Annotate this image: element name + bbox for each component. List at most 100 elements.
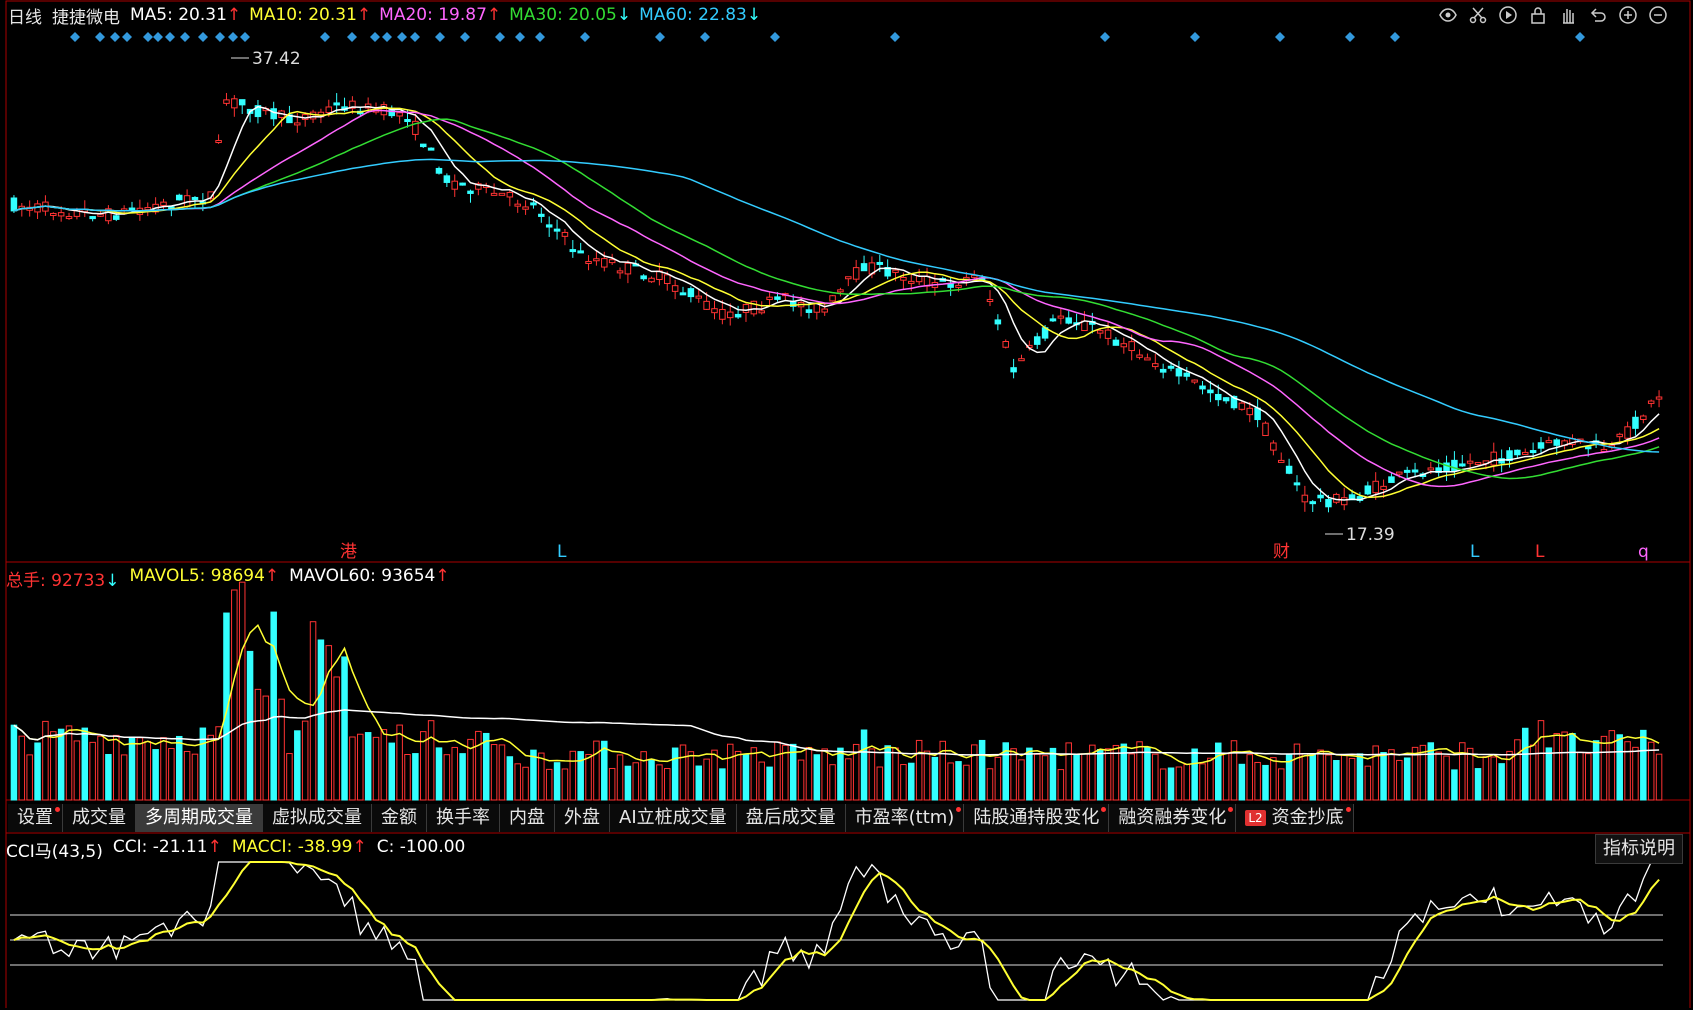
candle-body [545, 224, 553, 228]
volume-bar [1104, 748, 1112, 801]
volume-bar [1262, 764, 1269, 801]
volume-bar [1230, 740, 1238, 801]
volume-bar [191, 753, 199, 801]
volume-bar [1537, 720, 1545, 801]
indicator-explain-button[interactable]: 指标说明 [1595, 834, 1683, 864]
volume-bar [640, 751, 647, 801]
signal-diamond-icon [535, 32, 545, 42]
signal-diamond-icon [320, 32, 330, 42]
zoom-out-icon[interactable] [1647, 4, 1669, 26]
candle-body [923, 275, 931, 287]
candle-body [538, 213, 545, 217]
volume-bar [734, 750, 742, 801]
c-value: C: -100.00 [376, 837, 466, 857]
volume-bar [1592, 740, 1600, 801]
eye-icon[interactable] [1437, 4, 1459, 26]
candle-body [1144, 357, 1151, 361]
tab-indicator[interactable]: 市盈率(ttm) [845, 804, 965, 832]
volume-bar [1616, 734, 1623, 801]
candle-body [947, 283, 954, 288]
event-marker: 港 [340, 542, 357, 562]
volume-bar [270, 611, 277, 801]
volume-bar [81, 727, 89, 801]
volume-bar [1096, 749, 1104, 801]
volume-bar [427, 720, 435, 801]
candle-body [766, 296, 773, 301]
volume-bar [1545, 747, 1553, 801]
tab-indicator[interactable]: 设置 [8, 804, 63, 832]
period-label[interactable]: 日线 [8, 3, 42, 28]
undo-icon[interactable] [1587, 4, 1609, 26]
signal-diamond-icon [890, 32, 900, 42]
tab-indicator[interactable]: 虚拟成交量 [263, 804, 372, 832]
signal-diamond-icon [410, 32, 420, 42]
signal-diamond-icon [435, 32, 445, 42]
candle-body [1246, 407, 1254, 416]
ma-legend-item: MA30: 20.05↓ [509, 5, 632, 25]
candle-body [845, 276, 852, 280]
candle-body [333, 102, 340, 106]
volume-bar [1136, 741, 1143, 801]
candle-body [1521, 451, 1529, 455]
volume-bar [10, 724, 18, 801]
signal-diamond-icon [1100, 32, 1110, 42]
tab-indicator[interactable]: 盘后成交量 [736, 804, 846, 832]
candle-body [1466, 460, 1474, 464]
candle-body [671, 285, 679, 292]
signal-diamond-icon [347, 32, 357, 42]
volume-bar [1317, 749, 1324, 801]
tab-indicator[interactable]: 融资融券变化 [1109, 804, 1237, 832]
mavol5-label: MAVOL5: 98694↑ [129, 566, 280, 586]
cci-name[interactable]: CCI马(43,5) [6, 837, 103, 862]
hand-icon[interactable] [1557, 4, 1579, 26]
candle-body [1364, 485, 1372, 495]
volume-bar [1144, 747, 1151, 801]
volume-bar [1490, 756, 1498, 801]
volume-bar [231, 589, 238, 801]
volume-bar [687, 751, 695, 801]
candle-body [569, 249, 577, 253]
new-dot-icon [1101, 807, 1107, 812]
mavol60-label: MAVOL60: 93654↑ [289, 566, 450, 586]
candle-body [459, 182, 466, 186]
play-icon[interactable] [1497, 4, 1519, 26]
volume-bar [1388, 749, 1395, 801]
tab-indicator[interactable]: AI立桩成交量 [610, 804, 737, 832]
volume-bar [1309, 754, 1316, 801]
candle-body [223, 99, 230, 104]
volume-bar [1254, 761, 1261, 801]
tab-indicator[interactable]: 换手率 [427, 804, 500, 832]
volume-bar [262, 695, 270, 801]
tab-indicator[interactable]: L2 资金抄底 [1236, 804, 1354, 832]
volume-bar [1301, 753, 1309, 801]
signal-diamond-icon [1575, 32, 1585, 42]
volume-bar [490, 744, 498, 801]
volume-bar [278, 698, 285, 801]
volume-bar [451, 746, 458, 801]
tab-indicator[interactable]: 陆股通持股变化 [964, 804, 1110, 832]
candle-body [1049, 318, 1057, 322]
lock-icon[interactable] [1527, 4, 1549, 26]
candle-body [876, 261, 884, 265]
volume-bar [113, 734, 120, 801]
tab-indicator[interactable]: 成交量 [63, 804, 136, 832]
candle-body [1128, 341, 1135, 352]
zoom-in-icon[interactable] [1617, 4, 1639, 26]
volume-bar [632, 762, 640, 801]
candle-body [1136, 354, 1143, 358]
signal-diamond-icon [370, 32, 380, 42]
tab-indicator[interactable]: 多周期成交量 [136, 804, 263, 832]
tab-indicator[interactable]: 外盘 [555, 804, 610, 832]
tab-indicator[interactable]: 金额 [372, 804, 427, 832]
candle-body [1388, 476, 1395, 483]
volume-bar [1057, 769, 1065, 801]
candle-body [664, 274, 671, 285]
volume-bar [1183, 763, 1191, 801]
candle-body [1010, 367, 1017, 373]
ma30-line [13, 118, 1660, 480]
volume-bar [1632, 746, 1639, 801]
scissors-icon[interactable] [1467, 4, 1489, 26]
signal-diamond-icon [580, 32, 590, 42]
tab-indicator[interactable]: 内盘 [500, 804, 555, 832]
stock-name[interactable]: 捷捷微电 [52, 3, 120, 28]
